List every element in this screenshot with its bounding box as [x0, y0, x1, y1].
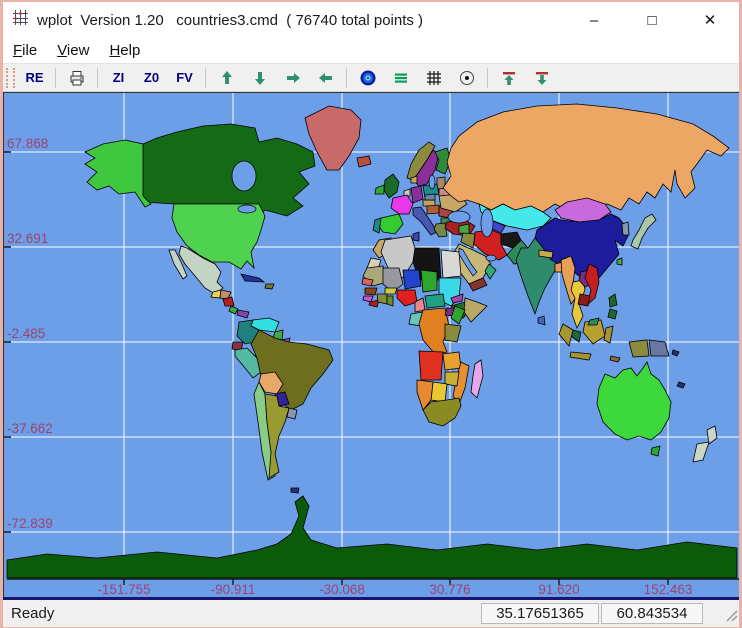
country-hispaniola	[264, 283, 275, 290]
circle-dot-icon	[459, 70, 474, 85]
pan-right-button[interactable]	[276, 66, 309, 90]
country-new-guinea-west	[628, 339, 650, 358]
country-angola	[418, 350, 444, 381]
toolbar-separator	[55, 67, 56, 88]
close-button[interactable]: ✕	[681, 2, 739, 38]
world-map-svg: 67.868 32.691 -2.485 -37.662 -72.839 -151.755…	[3, 92, 739, 597]
lines-toggle-button[interactable]	[384, 66, 417, 90]
window-title: wplot Version 1.20 countries3.cmd ( 7674…	[37, 11, 424, 29]
y-axis-label: -72.839	[7, 516, 53, 531]
toolbar-separator	[487, 67, 488, 88]
x-axis-label: 30.776	[429, 582, 470, 597]
toolbar-separator	[346, 67, 347, 88]
country-korea	[621, 221, 630, 236]
arrow-up-icon	[221, 70, 232, 84]
pan-left-button[interactable]	[309, 66, 342, 90]
full-view-button[interactable]: FV	[168, 66, 201, 90]
y-axis-label: 32.691	[7, 231, 48, 246]
app-window: wplot Version 1.20 countries3.cmd ( 7674…	[0, 0, 742, 628]
country-syria	[458, 223, 470, 235]
country-nicaragua	[222, 296, 235, 307]
country-balkans	[426, 204, 440, 215]
country-central-african-rep	[424, 293, 446, 309]
status-bar: Ready 35.17651365 60.843534	[3, 600, 739, 627]
sphere-icon	[360, 70, 375, 85]
country-czech	[424, 193, 436, 201]
arrow-right-icon	[286, 72, 300, 83]
toolbar: RE ZI Z0 FV	[3, 63, 739, 92]
country-philippines-south	[607, 308, 618, 320]
x-axis-label: 152.463	[644, 582, 693, 597]
x-axis-label: -90.911	[211, 582, 256, 597]
menu-view[interactable]: View	[47, 40, 99, 61]
to-bottom-button[interactable]	[525, 66, 558, 90]
window-controls: – □ ✕	[565, 2, 739, 38]
y-axis-label: -2.485	[7, 326, 45, 341]
country-falkland	[290, 487, 300, 494]
app-icon	[12, 9, 29, 31]
arrow-left-icon	[318, 72, 332, 83]
country-cambodia	[577, 293, 591, 307]
great-lakes	[237, 204, 257, 214]
x-axis-label: -30.068	[319, 582, 365, 597]
zoom-in-button[interactable]: ZI	[102, 66, 135, 90]
country-tunisia	[412, 231, 420, 242]
toolbar-gripper[interactable]	[6, 67, 15, 88]
baltic-sea	[428, 174, 436, 190]
country-ghana	[386, 295, 394, 307]
lines-icon	[394, 73, 407, 83]
country-uruguay	[286, 407, 298, 420]
printer-icon	[70, 70, 83, 85]
x-axis-label: 91.620	[538, 582, 579, 597]
x-axis-label: -151.755	[97, 582, 150, 597]
country-guinea	[364, 287, 378, 296]
plot-area[interactable]: 67.868 32.691 -2.485 -37.662 -72.839 -151.755…	[3, 92, 739, 600]
persian-gulf	[485, 254, 497, 262]
y-axis-label: 67.868	[7, 136, 48, 151]
grid-toggle-button[interactable]	[417, 66, 450, 90]
maximize-button[interactable]: □	[623, 2, 681, 38]
title-bar: wplot Version 1.20 countries3.cmd ( 7674…	[3, 2, 739, 38]
menu-bar: File View Help	[3, 38, 739, 63]
menu-file[interactable]: File	[3, 40, 47, 61]
hudson-bay	[231, 160, 257, 192]
resize-grip[interactable]	[724, 608, 738, 626]
grid-x-spacing-value: 35.17651365	[481, 603, 599, 624]
black-sea	[447, 210, 471, 224]
country-niger	[402, 269, 422, 290]
arrow-down-bar-icon	[535, 71, 548, 85]
country-zambia	[442, 351, 462, 371]
arrow-up-bar-icon	[502, 71, 515, 85]
grid-icon	[426, 70, 441, 85]
country-botswana	[430, 381, 448, 403]
pan-up-button[interactable]	[210, 66, 243, 90]
to-top-button[interactable]	[492, 66, 525, 90]
pan-down-button[interactable]	[243, 66, 276, 90]
country-egypt	[440, 249, 462, 279]
redraw-button[interactable]: RE	[18, 66, 51, 90]
toolbar-separator	[205, 67, 206, 88]
country-chad	[420, 269, 438, 293]
print-button[interactable]	[60, 66, 93, 90]
menu-help[interactable]: Help	[99, 40, 150, 61]
y-axis-label: -37.662	[7, 421, 53, 436]
minimize-button[interactable]: –	[565, 2, 623, 38]
status-text: Ready	[11, 605, 55, 622]
zoom-out-button[interactable]: Z0	[135, 66, 168, 90]
sphere-view-button[interactable]	[351, 66, 384, 90]
points-toggle-button[interactable]	[450, 66, 483, 90]
caspian-sea	[480, 208, 494, 238]
arrow-down-icon	[254, 71, 265, 85]
grid-y-spacing-value: 60.843534	[601, 603, 703, 624]
country-burkina	[384, 287, 398, 295]
country-sri-lanka	[537, 315, 546, 326]
country-ivory-coast	[376, 293, 388, 305]
toolbar-separator	[97, 67, 98, 88]
